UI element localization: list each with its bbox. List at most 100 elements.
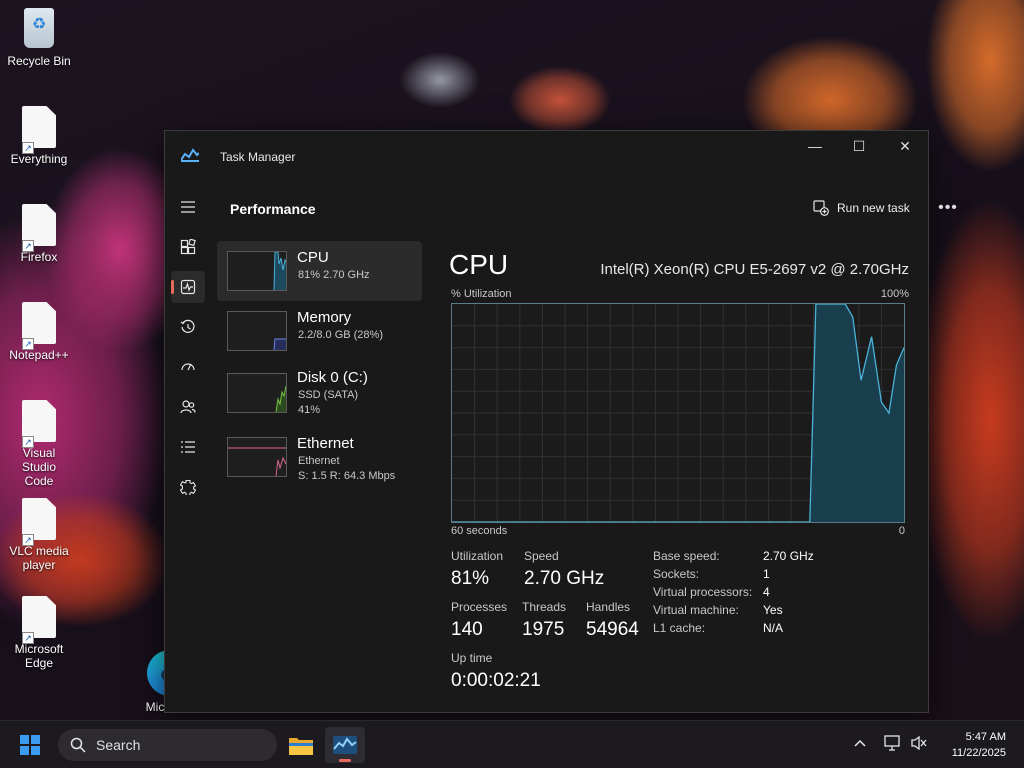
file-explorer-icon: [289, 738, 313, 755]
processes-icon: [180, 239, 196, 255]
hamburger-menu-icon: [181, 201, 195, 213]
users-icon: [180, 400, 196, 414]
speed-value: 2.70 GHz: [524, 568, 605, 589]
show-hidden-icons-button[interactable]: [853, 735, 867, 751]
nav-services[interactable]: [171, 471, 205, 503]
nav-users[interactable]: [171, 391, 205, 423]
spec-key: Base speed:: [653, 549, 720, 563]
taskbar-task-manager[interactable]: [325, 727, 365, 763]
recycle-bin-icon: [24, 8, 54, 48]
desktop-icon-label: Recycle Bin: [7, 54, 71, 68]
spec-value: 4: [763, 585, 770, 599]
nav-app-history[interactable]: [171, 311, 205, 343]
app-history-icon: [180, 319, 195, 333]
navigation-rail: [165, 183, 211, 712]
cpu-model-name: Intel(R) Xeon(R) CPU E5-2697 v2 @ 2.70GH…: [600, 261, 909, 278]
device-item-ethernet[interactable]: Ethernet Ethernet S: 1.5 R: 64.3 Mbps: [217, 427, 422, 493]
processes-value: 140: [451, 619, 483, 640]
search-label: Search: [96, 737, 141, 753]
spec-value: Yes: [763, 603, 783, 617]
utilization-label: Utilization: [451, 549, 504, 563]
maximize-button[interactable]: ☐: [836, 131, 882, 161]
memory-thumbnail-graph: [227, 311, 287, 351]
windows-logo-icon: [20, 735, 40, 755]
desktop-icon-everything[interactable]: ↗ Everything: [0, 106, 78, 166]
shortcut-arrow-icon: ↗: [22, 632, 34, 644]
spec-key: L1 cache:: [653, 621, 706, 635]
speed-label: Speed: [524, 549, 559, 563]
network-icon: [884, 735, 900, 751]
startup-apps-icon: [181, 363, 195, 371]
search-icon: [70, 737, 86, 753]
spec-key: Virtual machine:: [653, 603, 739, 617]
shortcut-arrow-icon: ↗: [22, 534, 34, 546]
y-axis-label: % Utilization: [451, 288, 512, 300]
cpu-thumbnail-graph: [227, 251, 287, 291]
device-item-cpu[interactable]: CPU 81% 2.70 GHz: [217, 241, 422, 301]
device-item-disk[interactable]: Disk 0 (C:) SSD (SATA) 41%: [217, 361, 422, 427]
nav-startup-apps[interactable]: [171, 351, 205, 383]
ethernet-thumbnail-graph: [227, 437, 287, 477]
device-name: Disk 0 (C:): [297, 369, 368, 386]
spec-key: Sockets:: [653, 567, 700, 581]
run-new-task-icon: [813, 200, 829, 216]
hamburger-menu-button[interactable]: [171, 191, 205, 223]
x-axis-min-label: 0: [898, 525, 905, 537]
run-new-task-button[interactable]: Run new task: [813, 195, 910, 221]
desktop-icon-notepad-plus-plus[interactable]: ↗ Notepad++: [0, 302, 78, 362]
uptime-value: 0:00:02:21: [451, 670, 541, 691]
title-bar[interactable]: Task Manager — ☐ ✕: [165, 131, 928, 183]
clock-time: 5:47 AM: [965, 731, 1006, 743]
device-detail: Ethernet: [298, 455, 340, 467]
threads-value: 1975: [522, 619, 565, 640]
network-status-button[interactable]: [884, 735, 902, 754]
device-detail: 41%: [298, 404, 321, 416]
desktop-icon-label: Firefox: [20, 250, 58, 264]
clock-date: 11/22/2025: [951, 747, 1006, 759]
utilization-value: 81%: [451, 568, 490, 589]
cpu-utilization-chart: [452, 303, 905, 523]
desktop-icon-firefox[interactable]: ↗ Firefox: [0, 204, 78, 264]
uptime-label: Up time: [451, 651, 493, 665]
handles-value: 54964: [586, 619, 639, 640]
desktop-icon-label: Notepad++: [9, 348, 69, 362]
desktop-icon-recycle-bin[interactable]: Recycle Bin: [0, 8, 78, 68]
taskbar: Search 5:47 AM 11/22/2025: [0, 720, 1024, 768]
minimize-icon: —: [808, 138, 822, 154]
minimize-button[interactable]: —: [792, 131, 838, 161]
task-manager-app-icon: [180, 148, 200, 162]
services-icon: [180, 479, 196, 495]
nav-details[interactable]: [171, 431, 205, 463]
more-options-icon: •••: [938, 199, 958, 216]
x-axis-label: 60 seconds: [451, 525, 508, 537]
processes-label: Processes: [451, 600, 508, 614]
volume-muted-icon: [911, 735, 927, 751]
device-detail: SSD (SATA): [298, 389, 359, 401]
desktop-icon-vscode[interactable]: ↗ Visual Studio Code: [0, 400, 78, 488]
spec-value: 1: [763, 567, 770, 581]
threads-label: Threads: [522, 600, 567, 614]
run-new-task-label: Run new task: [837, 201, 910, 215]
disk-thumbnail-graph: [227, 373, 287, 413]
device-item-memory[interactable]: Memory 2.2/8.0 GB (28%): [217, 301, 422, 361]
desktop-icon-label: Visual Studio Code: [21, 446, 57, 488]
system-clock[interactable]: 5:47 AM 11/22/2025: [952, 729, 1006, 761]
desktop-icon-vlc[interactable]: ↗ VLC media player: [0, 498, 78, 572]
spec-value: N/A: [763, 621, 784, 635]
start-button[interactable]: [16, 731, 44, 759]
volume-button[interactable]: [910, 735, 928, 754]
nav-performance[interactable]: [171, 271, 205, 303]
shortcut-arrow-icon: ↗: [22, 338, 34, 350]
page-header: Performance Run new task •••: [211, 183, 957, 233]
close-button[interactable]: ✕: [882, 131, 928, 161]
chevron-up-icon: [854, 739, 866, 747]
performance-icon: [180, 279, 196, 295]
handles-label: Handles: [586, 600, 631, 614]
nav-processes[interactable]: [171, 231, 205, 263]
taskbar-file-explorer[interactable]: [281, 727, 321, 763]
device-name: Ethernet: [297, 435, 354, 452]
desktop-icon-edge-shortcut[interactable]: ↗ Microsoft Edge: [0, 596, 78, 670]
y-axis-max-label: 100%: [880, 288, 909, 300]
more-options-button[interactable]: •••: [935, 195, 961, 221]
taskbar-search-box[interactable]: Search: [58, 729, 277, 761]
